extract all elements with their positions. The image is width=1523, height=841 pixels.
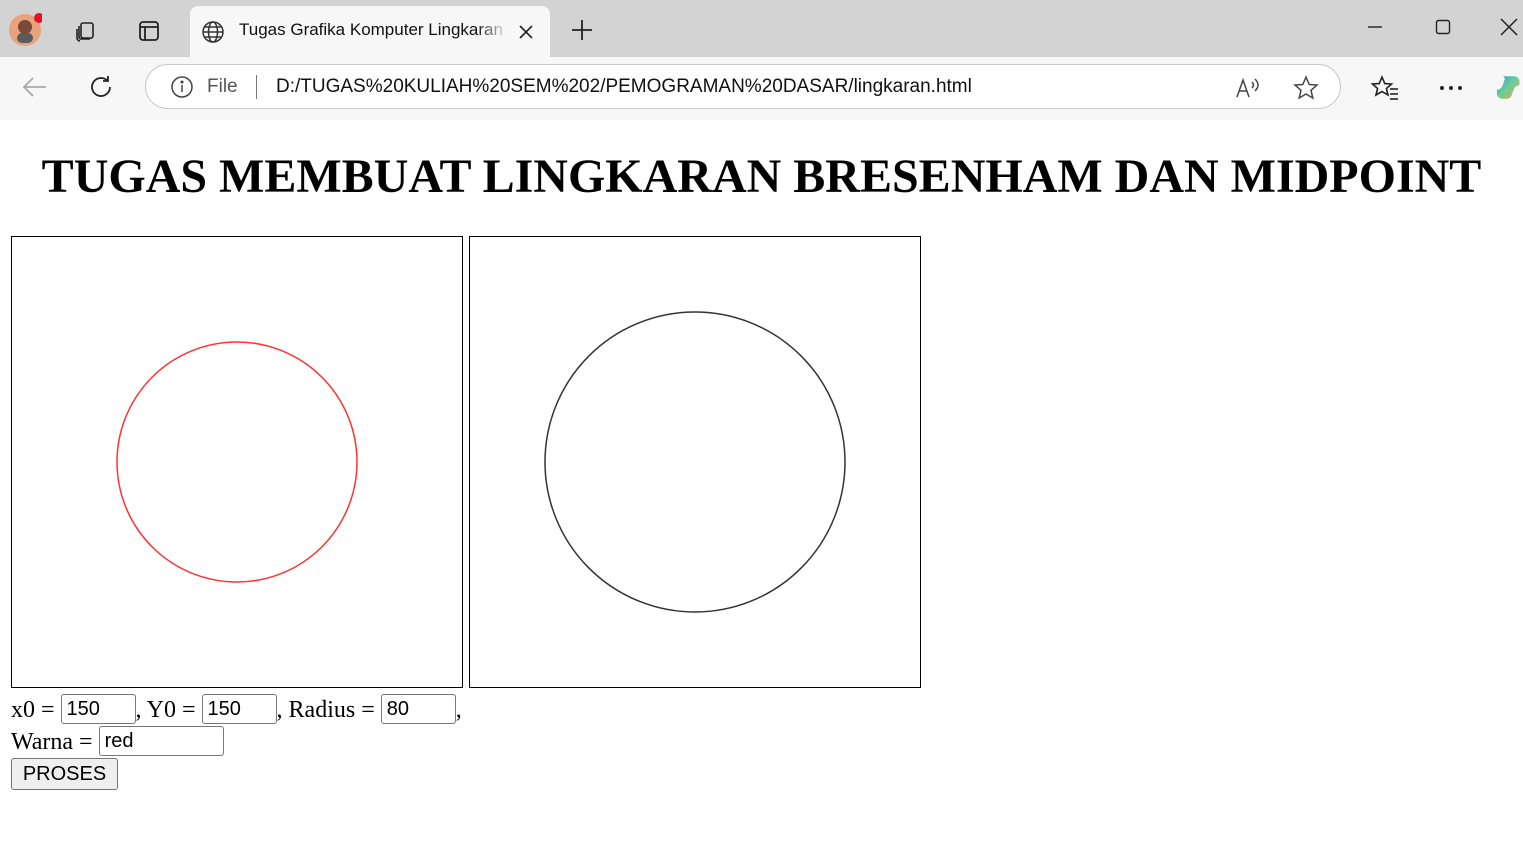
tab-strip: Tugas Grafika Komputer Lingkaran: [0, 0, 1523, 57]
content-edge: [0, 116, 1523, 120]
bresenham-circle: [116, 341, 358, 583]
minimize-icon[interactable]: [1358, 12, 1392, 42]
x0-input[interactable]: [60, 694, 136, 725]
read-aloud-icon[interactable]: [1234, 74, 1262, 102]
address-bar[interactable]: File D:/TUGAS%20KULIAH%20SEM%202/PEMOGRA…: [145, 64, 1341, 109]
info-icon[interactable]: [170, 75, 194, 99]
file-scheme-label: File: [207, 76, 238, 97]
y0-input[interactable]: [201, 694, 277, 725]
workspaces-icon[interactable]: [68, 14, 104, 48]
midpoint-circle: [544, 311, 846, 613]
y0-label: , Y0 =: [135, 697, 196, 723]
radius-input[interactable]: [380, 694, 456, 725]
vertical-tabs-icon[interactable]: [131, 14, 167, 48]
close-icon[interactable]: [514, 20, 538, 44]
profile-avatar[interactable]: [8, 13, 44, 47]
coordinate-form-row: x0 = , Y0 = , Radius = ,: [11, 694, 462, 725]
tab-title: Tugas Grafika Komputer Lingkaran: [239, 20, 503, 39]
refresh-icon[interactable]: [84, 70, 118, 104]
trailing-comma: ,: [455, 697, 462, 723]
favorite-star-icon[interactable]: [1292, 74, 1320, 102]
more-icon[interactable]: [1434, 71, 1468, 105]
navigation-toolbar: File D:/TUGAS%20KULIAH%20SEM%202/PEMOGRA…: [0, 57, 1523, 118]
bresenham-canvas: [11, 236, 463, 688]
proses-button[interactable]: PROSES: [11, 758, 118, 790]
page-title: TUGAS MEMBUAT LINGKARAN BRESENHAM DAN MI…: [41, 150, 1482, 203]
warna-label: Warna =: [11, 729, 93, 755]
window-close-icon[interactable]: [1495, 12, 1523, 42]
radius-label: , Radius =: [276, 697, 375, 723]
back-icon[interactable]: [18, 70, 52, 104]
x0-label: x0 =: [11, 697, 55, 723]
address-separator: [256, 75, 257, 99]
maximize-icon[interactable]: [1426, 12, 1460, 42]
url-text[interactable]: D:/TUGAS%20KULIAH%20SEM%202/PEMOGRAMAN%2…: [276, 76, 972, 98]
new-tab-icon[interactable]: [566, 14, 598, 46]
favorites-icon[interactable]: [1368, 71, 1402, 105]
active-tab[interactable]: Tugas Grafika Komputer Lingkaran: [190, 6, 550, 57]
midpoint-canvas: [469, 236, 921, 688]
copilot-icon[interactable]: [1496, 70, 1523, 104]
globe-icon: [200, 19, 226, 45]
color-form-row: Warna =: [11, 726, 224, 757]
warna-input[interactable]: [98, 726, 224, 757]
